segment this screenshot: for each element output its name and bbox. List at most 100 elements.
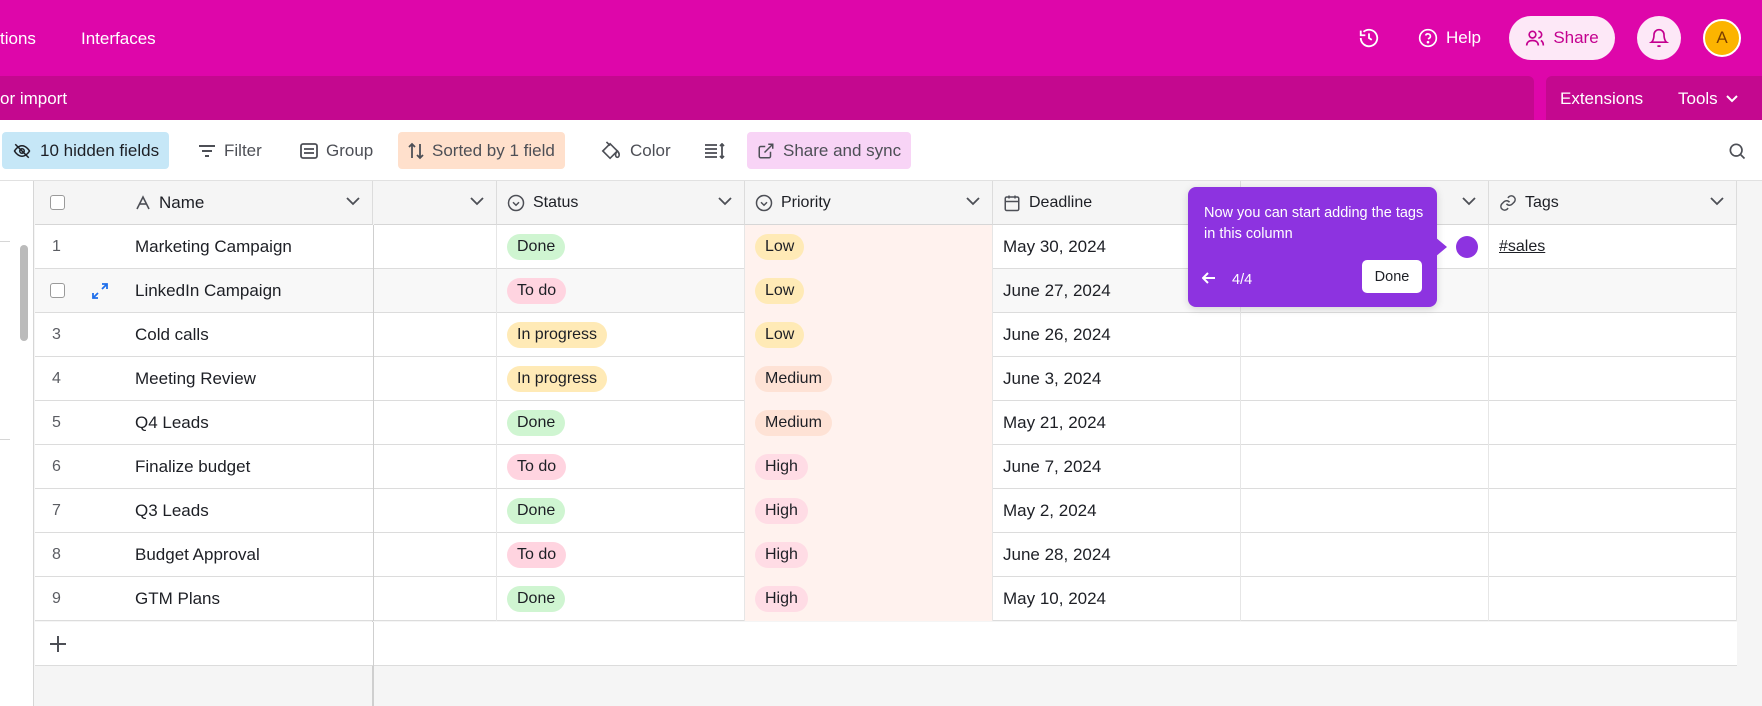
priority-cell[interactable]: Low — [745, 313, 993, 357]
chevron-down-icon[interactable] — [346, 197, 360, 206]
blank-cell[interactable] — [1241, 577, 1489, 621]
status-cell[interactable]: In progress — [497, 313, 745, 357]
column-header-tags[interactable]: Tags — [1489, 181, 1737, 225]
chevron-down-icon[interactable] — [718, 197, 732, 206]
hidden-cell[interactable] — [374, 313, 497, 357]
primary-cell[interactable]: 3 Cold calls — [35, 313, 374, 357]
priority-cell[interactable]: Low — [745, 225, 993, 269]
group-button[interactable]: Group — [290, 132, 383, 169]
table-row[interactable]: 8 Budget Approval To do High June 28, 2024 — [35, 533, 1737, 577]
add-row[interactable] — [35, 622, 1737, 666]
deadline-cell[interactable]: May 2, 2024 — [993, 489, 1241, 533]
table-row[interactable]: 4 Meeting Review In progress Medium June 3, … — [35, 357, 1737, 401]
primary-cell[interactable]: LinkedIn Campaign — [35, 269, 374, 313]
table-row[interactable]: 1 Marketing Campaign Done Low May 30, 2024 #s… — [35, 225, 1737, 269]
hidden-cell[interactable] — [374, 489, 497, 533]
tags-cell[interactable] — [1489, 445, 1737, 489]
share-and-sync-button[interactable]: Share and sync — [747, 132, 912, 169]
table-row[interactable]: 5 Q4 Leads Done Medium May 21, 2024 — [35, 401, 1737, 445]
row-height-button[interactable] — [694, 132, 736, 169]
blank-cell[interactable] — [1241, 445, 1489, 489]
chevron-down-icon[interactable] — [470, 197, 484, 206]
hidden-cell[interactable] — [374, 445, 497, 489]
hidden-cell[interactable] — [374, 357, 497, 401]
deadline-cell[interactable]: May 10, 2024 — [993, 577, 1241, 621]
primary-cell[interactable]: 4 Meeting Review — [35, 357, 374, 401]
plus-icon[interactable] — [49, 635, 67, 653]
nav-interfaces[interactable]: Interfaces — [81, 29, 156, 49]
status-cell[interactable]: To do — [497, 445, 745, 489]
blank-cell[interactable] — [1241, 357, 1489, 401]
column-header-priority[interactable]: Priority — [745, 181, 993, 225]
priority-cell[interactable]: Low — [745, 269, 993, 313]
blank-cell[interactable] — [1241, 313, 1489, 357]
back-arrow-icon[interactable] — [1201, 271, 1216, 288]
notifications-button[interactable] — [1637, 16, 1681, 60]
status-cell[interactable]: Done — [497, 401, 745, 445]
primary-cell[interactable]: 9 GTM Plans — [35, 577, 374, 621]
deadline-cell[interactable]: June 3, 2024 — [993, 357, 1241, 401]
avatar[interactable]: A — [1703, 19, 1741, 57]
filter-button[interactable]: Filter — [188, 132, 272, 169]
column-header-status[interactable]: Status — [497, 181, 745, 225]
priority-cell[interactable]: Medium — [745, 357, 993, 401]
table-row[interactable]: LinkedIn Campaign To do Low June 27, 2024 — [35, 269, 1737, 313]
primary-cell[interactable]: 8 Budget Approval — [35, 533, 374, 577]
primary-cell[interactable]: 5 Q4 Leads — [35, 401, 374, 445]
hidden-cell[interactable] — [374, 401, 497, 445]
priority-cell[interactable]: High — [745, 577, 993, 621]
priority-cell[interactable]: High — [745, 533, 993, 577]
color-button[interactable]: Color — [590, 132, 681, 169]
table-row[interactable]: 6 Finalize budget To do High June 7, 2024 — [35, 445, 1737, 489]
hide-fields-button[interactable]: 10 hidden fields — [2, 132, 170, 169]
extensions-button[interactable]: Extensions — [1560, 89, 1643, 109]
history-icon[interactable] — [1357, 26, 1381, 50]
deadline-cell[interactable]: June 28, 2024 — [993, 533, 1241, 577]
hidden-cell[interactable] — [374, 577, 497, 621]
tag-link[interactable]: #sales — [1499, 238, 1545, 256]
blank-cell[interactable] — [1241, 533, 1489, 577]
sort-button[interactable]: Sorted by 1 field — [398, 132, 565, 169]
scrollbar[interactable] — [20, 245, 28, 341]
select-all-checkbox[interactable] — [50, 195, 65, 210]
hidden-cell[interactable] — [374, 269, 497, 313]
tools-button[interactable]: Tools — [1678, 89, 1738, 109]
status-cell[interactable]: To do — [497, 533, 745, 577]
status-cell[interactable]: To do — [497, 269, 745, 313]
priority-cell[interactable]: Medium — [745, 401, 993, 445]
tags-cell[interactable] — [1489, 401, 1737, 445]
table-row[interactable]: 9 GTM Plans Done High May 10, 2024 — [35, 577, 1737, 621]
table-row[interactable]: 7 Q3 Leads Done High May 2, 2024 — [35, 489, 1737, 533]
tags-cell[interactable] — [1489, 489, 1737, 533]
blank-cell[interactable] — [1241, 401, 1489, 445]
deadline-cell[interactable]: June 26, 2024 — [993, 313, 1241, 357]
column-header-hidden[interactable] — [374, 181, 497, 225]
tooltip-done-button[interactable]: Done — [1362, 260, 1422, 293]
search-button[interactable] — [1717, 132, 1757, 169]
tags-cell[interactable] — [1489, 577, 1737, 621]
priority-cell[interactable]: High — [745, 489, 993, 533]
share-button[interactable]: Share — [1509, 16, 1615, 60]
deadline-cell[interactable]: May 21, 2024 — [993, 401, 1241, 445]
primary-cell[interactable]: 1 Marketing Campaign — [35, 225, 374, 269]
tags-cell[interactable] — [1489, 533, 1737, 577]
primary-cell[interactable]: 6 Finalize budget — [35, 445, 374, 489]
tags-cell[interactable]: #sales — [1489, 225, 1737, 269]
column-header-name[interactable]: Name — [135, 193, 204, 213]
add-or-import-button[interactable]: or import — [0, 89, 67, 109]
nav-automations[interactable]: tions — [0, 29, 36, 49]
tags-cell[interactable] — [1489, 313, 1737, 357]
tags-cell[interactable] — [1489, 357, 1737, 401]
hidden-cell[interactable] — [374, 225, 497, 269]
tags-cell[interactable] — [1489, 269, 1737, 313]
hidden-cell[interactable] — [374, 533, 497, 577]
priority-cell[interactable]: High — [745, 445, 993, 489]
deadline-cell[interactable]: June 7, 2024 — [993, 445, 1241, 489]
status-cell[interactable]: Done — [497, 489, 745, 533]
help-button[interactable]: Help — [1418, 28, 1481, 48]
status-cell[interactable]: Done — [497, 577, 745, 621]
status-cell[interactable]: In progress — [497, 357, 745, 401]
chevron-down-icon[interactable] — [1710, 197, 1724, 206]
status-cell[interactable]: Done — [497, 225, 745, 269]
blank-cell[interactable] — [1241, 489, 1489, 533]
